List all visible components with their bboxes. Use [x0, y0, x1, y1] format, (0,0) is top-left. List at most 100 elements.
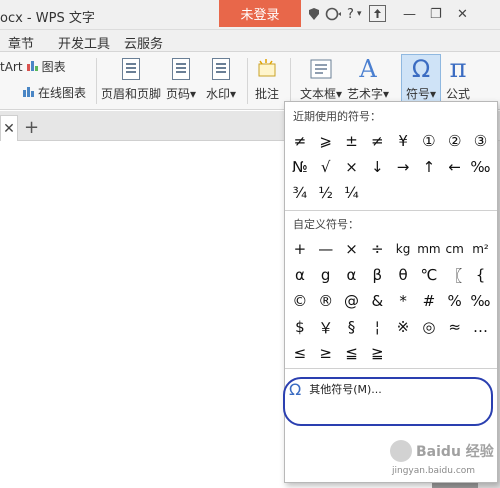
- symbol-cell[interactable]: β: [364, 262, 390, 288]
- symbol-cell[interactable]: $: [287, 314, 313, 340]
- symbol-cell[interactable]: α: [339, 262, 365, 288]
- symbol-cell[interactable]: §: [339, 314, 365, 340]
- header-footer-button[interactable]: 页眉和页脚: [101, 56, 161, 102]
- symbol-cell[interactable]: cm: [442, 236, 468, 262]
- symbol-cell[interactable]: ③: [468, 128, 494, 154]
- symbol-cell[interactable]: mm: [416, 236, 442, 262]
- textbox-icon: [309, 56, 333, 82]
- symbol-cell[interactable]: *: [390, 288, 416, 314]
- annotation-label: 批注: [255, 87, 280, 101]
- annotation-button[interactable]: 批注: [255, 56, 279, 102]
- symbol-cell[interactable]: #: [416, 288, 442, 314]
- formula-label: 公式: [446, 87, 471, 101]
- menu-bar: 章节 开发工具 云服务: [0, 30, 500, 52]
- symbol-cell[interactable]: ℃: [416, 262, 442, 288]
- symbol-cell[interactable]: ×: [339, 236, 365, 262]
- symbol-cell[interactable]: m²: [468, 236, 494, 262]
- symbol-cell[interactable]: ≤: [287, 340, 313, 366]
- skin-icon[interactable]: [307, 6, 321, 22]
- symbol-cell[interactable]: ½: [313, 180, 339, 206]
- page-number-button[interactable]: 页码▾: [166, 56, 196, 102]
- watermark-url: jingyan.baidu.com: [392, 466, 476, 476]
- help-chevron-icon[interactable]: ▾: [357, 6, 362, 22]
- symbol-cell[interactable]: α: [287, 262, 313, 288]
- smartart-label: tArt: [0, 59, 23, 74]
- symbol-cell[interactable]: √: [313, 154, 339, 180]
- symbol-cell[interactable]: ≥: [313, 340, 339, 366]
- symbol-cell[interactable]: kg: [390, 236, 416, 262]
- symbol-cell[interactable]: ②: [442, 128, 468, 154]
- online-chart-button[interactable]: 在线图表: [22, 84, 86, 101]
- symbol-cell[interactable]: …: [468, 314, 494, 340]
- symbol-cell[interactable]: ￥: [313, 314, 339, 340]
- watermark-label: 水印: [206, 87, 231, 101]
- watermark-brand: Baidu 经验: [416, 444, 494, 460]
- symbol-cell[interactable]: ‰: [468, 154, 494, 180]
- page-number-chevron-icon: ▾: [190, 87, 197, 101]
- upload-icon[interactable]: [369, 5, 386, 22]
- symbol-cell[interactable]: ≦: [339, 340, 365, 366]
- symbol-cell[interactable]: ‰: [468, 288, 494, 314]
- symbol-cell[interactable]: ¼: [339, 180, 365, 206]
- symbol-cell[interactable]: —: [313, 236, 339, 262]
- symbol-cell[interactable]: @: [339, 288, 365, 314]
- symbol-cell[interactable]: ±: [339, 128, 365, 154]
- symbol-cell[interactable]: ¾: [287, 180, 313, 206]
- symbol-cell[interactable]: ←: [442, 154, 468, 180]
- symbol-cell[interactable]: ×: [339, 154, 365, 180]
- annotation-circle: [283, 377, 493, 426]
- symbol-cell[interactable]: θ: [390, 262, 416, 288]
- menu-cloud-service[interactable]: 云服务: [124, 33, 163, 52]
- online-chart-icon: [22, 85, 35, 100]
- close-window-icon[interactable]: ✕: [457, 6, 468, 22]
- omega-icon: Ω: [411, 55, 431, 83]
- smartart-button[interactable]: tArt 图表: [0, 58, 66, 75]
- symbol-cell[interactable]: 〖: [442, 262, 468, 288]
- symbol-cell[interactable]: ↑: [416, 154, 442, 180]
- symbol-cell[interactable]: ≈: [442, 314, 468, 340]
- watermark-icon: [212, 58, 231, 80]
- symbol-cell[interactable]: g: [313, 262, 339, 288]
- header-footer-label: 页眉和页脚: [101, 87, 162, 101]
- help-icon[interactable]: ?: [347, 6, 354, 22]
- symbol-cell[interactable]: ↓: [364, 154, 390, 180]
- symbol-cell[interactable]: ÷: [364, 236, 390, 262]
- header-footer-icon: [122, 58, 140, 80]
- section-divider: [285, 368, 497, 369]
- symbol-cell[interactable]: →: [390, 154, 416, 180]
- formula-button[interactable]: π 公式: [446, 54, 471, 102]
- new-tab-icon[interactable]: +: [24, 117, 39, 138]
- symbol-cell[interactable]: ¥: [390, 128, 416, 154]
- symbol-cell[interactable]: %: [442, 288, 468, 314]
- page-number-icon: [172, 58, 191, 80]
- menu-developer-tools[interactable]: 开发工具: [58, 33, 110, 52]
- symbol-cell[interactable]: ≠: [364, 128, 390, 154]
- symbol-cell[interactable]: +: [287, 236, 313, 262]
- login-button[interactable]: 未登录: [219, 0, 301, 27]
- symbol-cell[interactable]: ¦: [364, 314, 390, 340]
- symbol-cell[interactable]: {: [468, 262, 494, 288]
- title-bar: ocx - WPS 文字 未登录 ? ▾ — ❐ ✕: [0, 0, 500, 30]
- menu-chapter[interactable]: 章节: [8, 33, 34, 52]
- art-text-button[interactable]: A 艺术字▾: [347, 55, 389, 102]
- ribbon-separator: [290, 58, 291, 104]
- symbol-cell[interactable]: ©: [287, 288, 313, 314]
- symbol-cell[interactable]: №: [287, 154, 313, 180]
- symbol-cell[interactable]: ①: [416, 128, 442, 154]
- symbol-cell[interactable]: &: [364, 288, 390, 314]
- symbol-cell[interactable]: ⩾: [313, 128, 339, 154]
- minimize-icon[interactable]: —: [403, 6, 416, 22]
- share-icon[interactable]: [325, 6, 343, 22]
- symbol-cell[interactable]: ®: [313, 288, 339, 314]
- textbox-button[interactable]: 文本框▾: [300, 56, 342, 102]
- symbol-cell[interactable]: ≧: [364, 340, 390, 366]
- symbol-label: 符号: [406, 87, 431, 101]
- ribbon-separator: [96, 58, 97, 104]
- ribbon-separator: [247, 58, 248, 104]
- close-tab-button[interactable]: ✕: [0, 115, 18, 141]
- symbol-cell[interactable]: ※: [390, 314, 416, 340]
- symbol-cell[interactable]: ≠: [287, 128, 313, 154]
- restore-icon[interactable]: ❐: [430, 6, 442, 22]
- watermark-button[interactable]: 水印▾: [206, 56, 236, 102]
- symbol-cell[interactable]: ◎: [416, 314, 442, 340]
